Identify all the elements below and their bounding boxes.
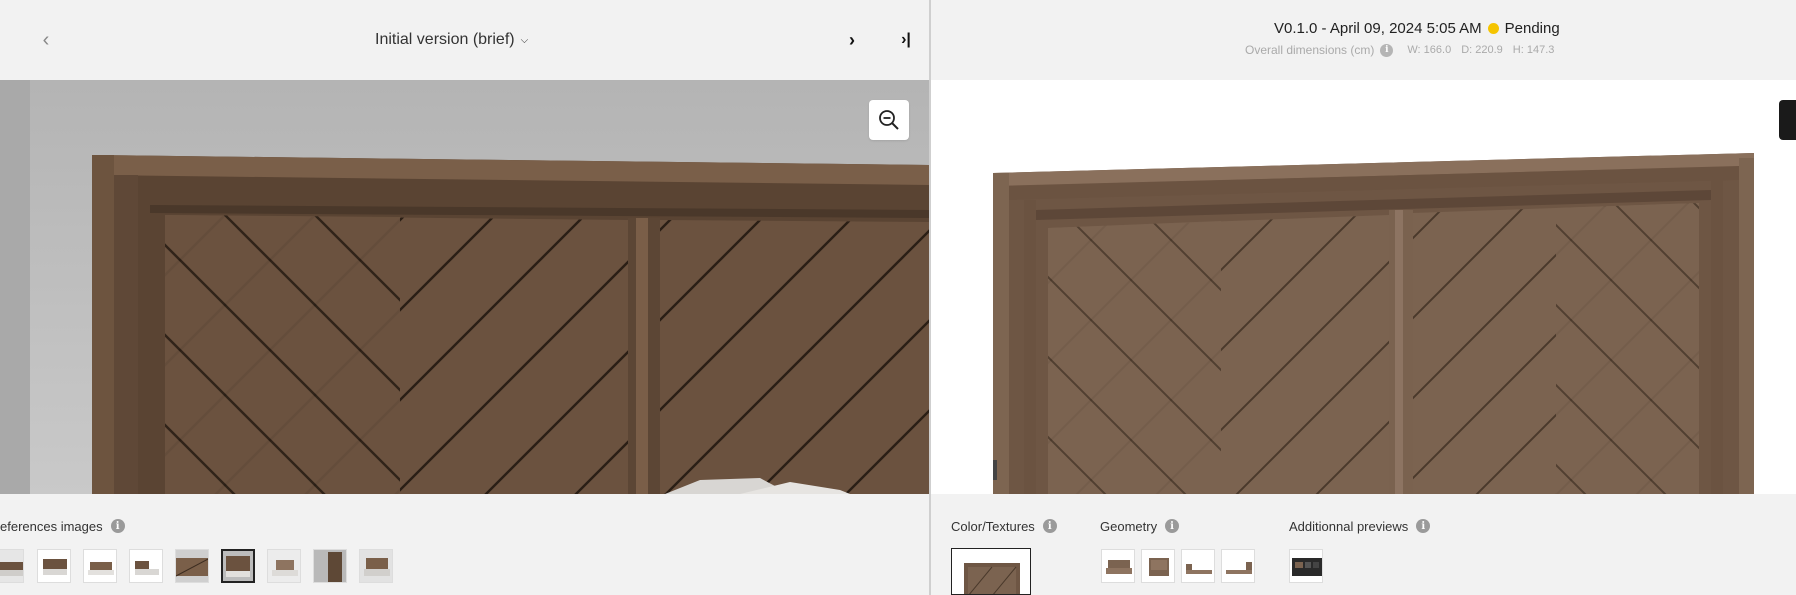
geometry-thumbnail[interactable] [1181, 549, 1215, 583]
skip-to-last-icon[interactable]: ›| [896, 28, 916, 52]
headboard-render [931, 80, 1796, 494]
color-textures-heading: Color/Textures i [951, 516, 1057, 536]
info-icon[interactable]: i [1416, 519, 1431, 533]
chevron-down-icon: ⌵ [520, 34, 529, 46]
info-icon[interactable]: i [1042, 519, 1057, 533]
status-badge: Pending [1504, 20, 1560, 37]
color-textures-label: Color/Textures [951, 518, 1035, 534]
chevron-left-icon[interactable]: ‹ [36, 28, 56, 52]
color-texture-swatch[interactable] [951, 548, 1031, 595]
dimensions-label: Overall dimensions (cm) [1245, 43, 1375, 57]
geometry-label: Geometry [1100, 518, 1158, 534]
version-dropdown-label: Initial version (brief) [375, 31, 515, 48]
side-panel-toggle[interactable] [1779, 100, 1796, 140]
version-text: V0.1.0 - April 09, 2024 5:05 AM [1274, 20, 1482, 37]
geometry-heading: Geometry i [1100, 516, 1180, 536]
model-panel: V0.1.0 - April 09, 2024 5:05 AM Pending … [931, 0, 1796, 595]
version-dropdown[interactable]: Initial version (brief) ⌵ [375, 28, 528, 52]
geometry-thumbnail[interactable] [1141, 549, 1175, 583]
info-icon[interactable]: i [110, 519, 125, 533]
reference-thumbnail[interactable] [359, 549, 393, 583]
reference-header: ‹ Initial version (brief) ⌵ › ›| [0, 0, 929, 80]
model-header: V0.1.0 - April 09, 2024 5:05 AM Pending … [931, 0, 1796, 80]
additional-preview-thumbnail[interactable] [1289, 549, 1323, 583]
headboard-photo [0, 80, 929, 494]
reference-thumbnail[interactable] [0, 549, 24, 583]
version-info: V0.1.0 - April 09, 2024 5:05 AM Pending [1274, 20, 1560, 37]
dimension-width: W: 166.0 [1407, 44, 1452, 56]
model-render [931, 80, 1796, 494]
reference-images-label: eferences images [0, 518, 103, 534]
viewer-root: ‹ Initial version (brief) ⌵ › ›| eferenc… [0, 0, 1796, 595]
chevron-right-icon[interactable]: › [842, 28, 862, 52]
additional-previews-label: Additionnal previews [1289, 518, 1409, 534]
reference-thumbnail[interactable] [267, 549, 301, 583]
dimensions-info: Overall dimensions (cm) i W: 166.0 D: 22… [1245, 43, 1564, 57]
reference-thumbnail[interactable] [83, 549, 117, 583]
dimension-depth: D: 220.9 [1461, 44, 1503, 56]
geometry-thumbnail[interactable] [1221, 549, 1255, 583]
reference-thumbnail[interactable] [129, 549, 163, 583]
info-icon[interactable]: i [1165, 519, 1180, 533]
reference-thumbnail[interactable] [37, 549, 71, 583]
reference-thumbnail[interactable] [175, 549, 209, 583]
reference-thumbnail-selected[interactable] [221, 549, 255, 583]
dimension-height: H: 147.3 [1512, 44, 1555, 56]
reference-panel: ‹ Initial version (brief) ⌵ › ›| eferenc… [0, 0, 929, 595]
zoom-out-icon[interactable] [869, 100, 909, 140]
geometry-thumbnail[interactable] [1101, 549, 1135, 583]
status-dot-icon [1487, 23, 1499, 34]
info-icon[interactable]: i [1380, 43, 1394, 57]
additional-previews-heading: Additionnal previews i [1289, 516, 1431, 536]
reference-images-heading: eferences images i [0, 516, 125, 536]
reference-image [0, 80, 929, 494]
reference-thumbnail[interactable] [313, 549, 347, 583]
